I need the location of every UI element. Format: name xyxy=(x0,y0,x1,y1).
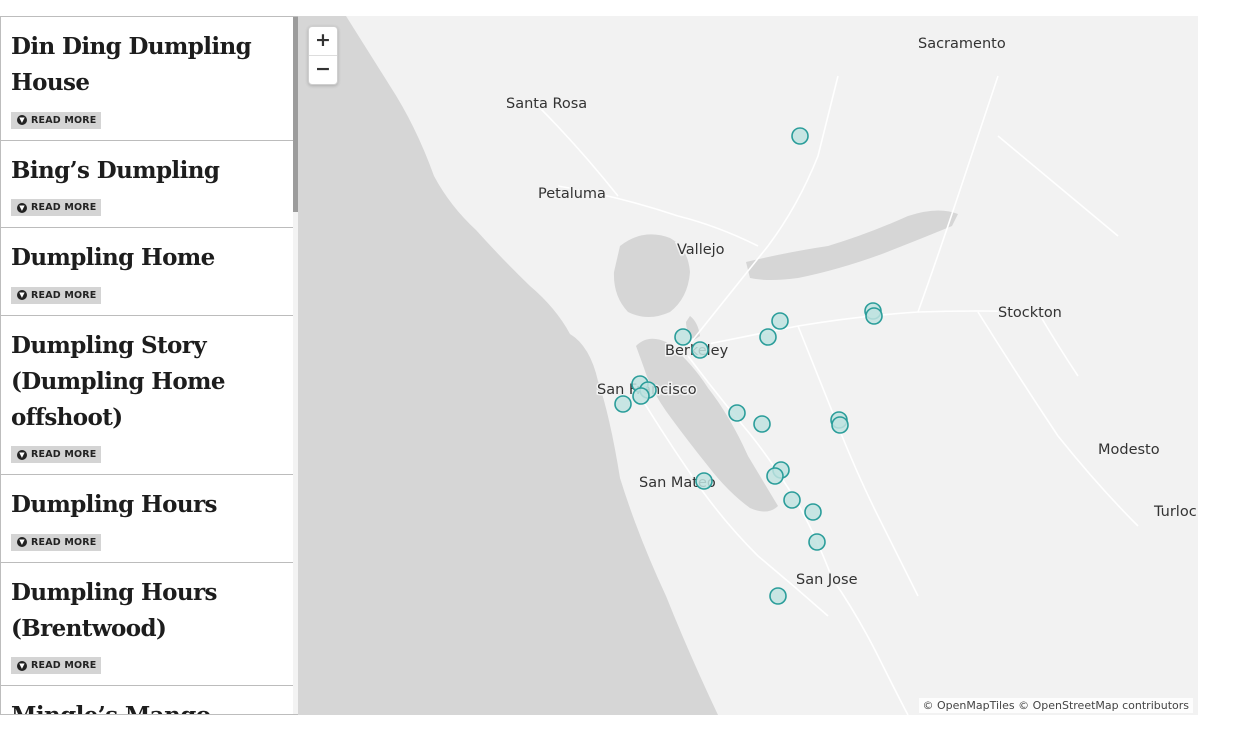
download-icon: ▼ xyxy=(17,537,27,547)
city-label: Santa Rosa xyxy=(506,96,587,112)
city-label: Petaluma xyxy=(538,186,606,202)
download-icon: ▼ xyxy=(17,115,27,125)
restaurant-marker[interactable] xyxy=(769,587,787,605)
zoom-control: + − xyxy=(308,26,338,85)
list-item[interactable]: Bing’s Dumpling ▼ READ MORE xyxy=(1,141,293,228)
restaurant-title: Dumpling Hours (Brentwood) xyxy=(11,578,217,642)
read-more-label: READ MORE xyxy=(31,536,97,548)
map-attribution: © OpenMapTiles © OpenStreetMap contribut… xyxy=(918,698,1193,713)
read-more-button[interactable]: ▼ READ MORE xyxy=(11,533,102,551)
restaurant-marker[interactable] xyxy=(766,467,784,485)
city-label: Stockton xyxy=(998,305,1062,321)
read-more-label: READ MORE xyxy=(31,289,97,301)
restaurant-marker[interactable] xyxy=(783,491,801,509)
city-label: Modesto xyxy=(1098,442,1160,458)
restaurant-title: Dumpling Story (Dumpling Home offshoot) xyxy=(11,331,226,431)
restaurant-title: Din Ding Dumpling House xyxy=(11,33,252,96)
download-icon: ▼ xyxy=(17,660,27,671)
restaurant-marker[interactable] xyxy=(614,395,632,413)
read-more-button[interactable]: ▼ READ MORE xyxy=(11,446,102,463)
restaurant-marker[interactable] xyxy=(728,404,746,422)
read-more-label: READ MORE xyxy=(31,660,97,671)
restaurant-marker[interactable] xyxy=(831,416,849,434)
restaurant-marker[interactable] xyxy=(771,312,789,330)
city-label: Turloc xyxy=(1153,504,1197,520)
read-more-label: READ MORE xyxy=(31,202,97,213)
restaurant-marker[interactable] xyxy=(674,328,692,346)
list-item[interactable]: Dumpling Hours ▼ READ MORE xyxy=(1,475,293,563)
read-more-button[interactable]: ▼ READ MORE xyxy=(11,199,102,216)
read-more-label: READ MORE xyxy=(31,114,97,126)
download-icon: ▼ xyxy=(17,449,27,460)
restaurant-marker[interactable] xyxy=(808,533,826,551)
restaurant-marker[interactable] xyxy=(791,127,809,145)
restaurant-marker[interactable] xyxy=(865,307,883,325)
restaurant-marker[interactable] xyxy=(753,415,771,433)
read-more-label: READ MORE xyxy=(31,449,97,460)
restaurant-title: Bing’s Dumpling xyxy=(11,156,220,184)
list-item[interactable]: Dumpling Hours (Brentwood) ▼ READ MORE xyxy=(1,563,293,686)
restaurant-marker[interactable] xyxy=(695,472,713,490)
city-label: San Jose xyxy=(796,572,858,588)
city-label: Vallejo xyxy=(677,242,725,258)
restaurant-list: Din Ding Dumpling House ▼ READ MORE Bing’… xyxy=(1,17,293,714)
restaurant-list-panel[interactable]: Din Ding Dumpling House ▼ READ MORE Bing’… xyxy=(0,16,298,715)
list-item[interactable]: Mingle’s Mango ▼READ MORE xyxy=(1,686,293,714)
list-item[interactable]: Dumpling Home ▼ READ MORE xyxy=(1,228,293,316)
zoom-out-button[interactable]: − xyxy=(309,55,337,84)
restaurant-title: Dumpling Home xyxy=(11,244,215,271)
restaurant-title: Dumpling Hours xyxy=(11,491,217,518)
restaurant-marker[interactable] xyxy=(804,503,822,521)
read-more-button[interactable]: ▼ READ MORE xyxy=(11,111,102,129)
download-icon: ▼ xyxy=(17,202,27,213)
restaurant-marker[interactable] xyxy=(759,328,777,346)
download-icon: ▼ xyxy=(17,290,27,300)
read-more-button[interactable]: ▼ READ MORE xyxy=(11,286,102,304)
list-item[interactable]: Din Ding Dumpling House ▼ READ MORE xyxy=(1,17,293,141)
list-item[interactable]: Dumpling Story (Dumpling Home offshoot) … xyxy=(1,316,293,475)
restaurant-title: Mingle’s Mango xyxy=(11,698,283,714)
restaurant-marker[interactable] xyxy=(632,387,650,405)
restaurant-marker[interactable] xyxy=(691,341,709,359)
map-view[interactable]: Sacramento Santa Rosa Petaluma Vallejo S… xyxy=(298,16,1198,715)
zoom-in-button[interactable]: + xyxy=(309,27,337,55)
map-canvas: Sacramento Santa Rosa Petaluma Vallejo S… xyxy=(298,16,1198,715)
read-more-button[interactable]: ▼ READ MORE xyxy=(11,657,102,674)
city-label: Sacramento xyxy=(918,36,1006,52)
